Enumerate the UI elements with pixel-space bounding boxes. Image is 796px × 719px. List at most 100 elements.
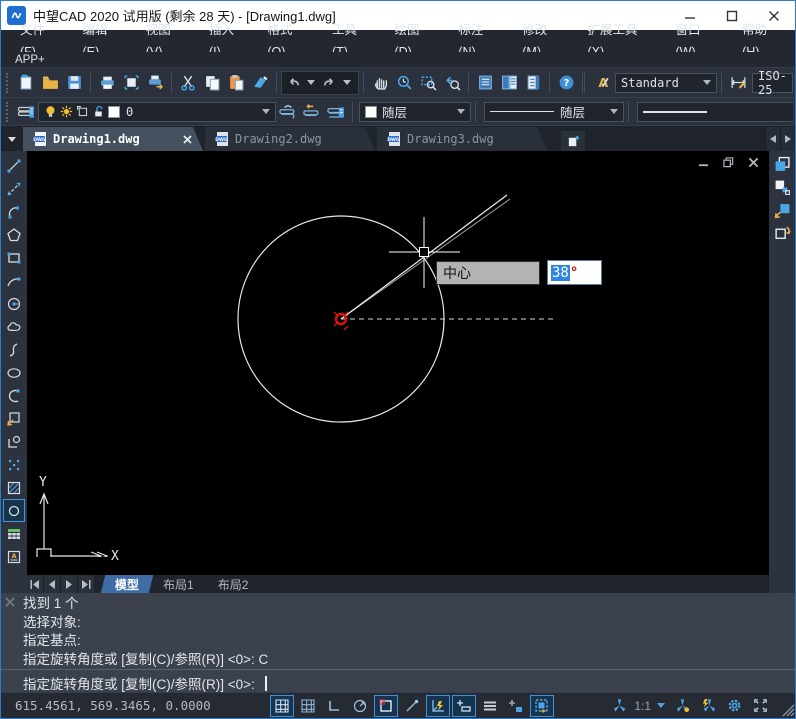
cut-button[interactable] [176,71,200,95]
make-layer-current-button[interactable] [276,100,300,124]
tool-palettes-button[interactable] [521,71,545,95]
tab-drawing3[interactable]: DWG Drawing3.dwg [377,127,547,151]
prev-layout-button[interactable] [44,575,61,593]
layer-states-button[interactable] [324,100,348,124]
text-style-button[interactable]: A [589,71,613,95]
print-button[interactable] [95,71,119,95]
make-block-tool[interactable] [3,430,25,453]
menu-app-plus[interactable]: APP+ [9,54,51,66]
redo-button[interactable] [320,71,338,95]
angle-value: 38 [551,265,570,281]
command-input[interactable]: 指定旋转角度或 [复制(C)/参照(R)] <0>: [1,669,795,693]
arc-tool[interactable] [3,269,25,292]
fullscreen-button[interactable] [748,695,772,717]
match-properties-button[interactable] [248,71,272,95]
ellipse-arc-tool[interactable] [3,384,25,407]
doc-minimize-icon[interactable] [698,157,709,168]
design-center-button[interactable] [497,71,521,95]
tab-close-icon[interactable] [182,134,193,145]
last-layout-button[interactable] [78,575,95,593]
annotation-scale-button[interactable] [607,695,631,717]
next-layout-button[interactable] [61,575,78,593]
new-file-button[interactable] [14,71,38,95]
dynamic-input-toggle[interactable] [426,695,450,717]
open-file-button[interactable] [38,71,62,95]
doc-close-icon[interactable] [748,157,759,168]
print-preview-button[interactable] [119,71,143,95]
tab-drawing1[interactable]: DWG Drawing1.dwg [23,127,203,151]
dynamic-angle-input[interactable]: 38 ° [547,260,602,285]
layer-previous-button[interactable] [300,100,324,124]
ellipse-tool[interactable] [3,361,25,384]
first-layout-button[interactable] [27,575,44,593]
tab-model[interactable]: 模型 [101,575,154,593]
lineweight-settings-toggle[interactable] [478,695,502,717]
rotate-tool[interactable] [771,222,793,245]
tab-scroll-right-button[interactable] [780,127,795,151]
command-close-icon[interactable] [5,597,15,607]
hatch-tool[interactable] [3,476,25,499]
copy-button[interactable] [200,71,224,95]
grid-toggle[interactable] [270,695,294,717]
tab-list-dropdown[interactable] [1,127,23,151]
polyline-tool[interactable] [3,200,25,223]
otrack-toggle[interactable] [400,695,424,717]
new-drawing-tab-button[interactable] [561,131,585,151]
xline-tool[interactable] [3,177,25,200]
annotation-visibility-button[interactable] [670,695,694,717]
region-tool[interactable] [3,499,25,522]
undo-dropdown[interactable] [302,71,320,95]
tab-layout2[interactable]: 布局2 [206,575,261,593]
scale-tool[interactable] [771,176,793,199]
mtext-tool[interactable]: A [3,545,25,568]
table-tool[interactable] [3,522,25,545]
text-style-select[interactable]: Standard [615,73,717,93]
line-tool[interactable] [3,154,25,177]
zoom-window-button[interactable] [416,71,440,95]
linetype-select[interactable]: 随层 [484,102,624,122]
doc-restore-icon[interactable] [723,157,734,168]
plot-button[interactable] [143,71,167,95]
rectangle-tool[interactable] [3,246,25,269]
annotation-auto-scale-button[interactable] [696,695,720,717]
toolbar-grip[interactable] [6,102,11,122]
snap-toggle[interactable] [296,695,320,717]
zoom-realtime-button[interactable] [392,71,416,95]
revision-cloud-tool[interactable] [3,315,25,338]
polygon-tool[interactable] [3,223,25,246]
drawing-canvas[interactable]: Y X 中心 38 ° [27,151,769,575]
osnap-toggle[interactable] [374,695,398,717]
save-button[interactable] [62,71,86,95]
move-tool[interactable] [771,199,793,222]
redo-dropdown[interactable] [338,71,356,95]
lineweight-select[interactable] [637,102,793,122]
pan-button[interactable] [368,71,392,95]
lineweight-toggle[interactable] [452,695,476,717]
toolbar-grip[interactable] [6,73,11,93]
zoom-previous-button[interactable] [440,71,464,95]
dim-style-select[interactable]: ISO-25 [752,73,793,93]
chevron-down-icon[interactable] [657,703,665,708]
properties-palette-button[interactable] [473,71,497,95]
undo-button[interactable] [284,71,302,95]
quick-properties-toggle[interactable] [504,695,528,717]
paste-button[interactable] [224,71,248,95]
layer-select[interactable]: 0 [38,102,276,122]
ortho-toggle[interactable] [322,695,346,717]
help-button[interactable]: ? [554,71,578,95]
tab-layout1[interactable]: 布局1 [151,575,206,593]
dim-style-button[interactable] [726,71,750,95]
insert-block-tool[interactable] [3,407,25,430]
window-resize-grip[interactable] [779,695,795,717]
copy-tool[interactable] [771,153,793,176]
point-tool[interactable] [3,453,25,476]
layer-manager-button[interactable] [14,100,38,124]
polar-toggle[interactable] [348,695,372,717]
spline-tool[interactable] [3,338,25,361]
settings-button[interactable] [722,695,746,717]
tab-drawing2[interactable]: DWG Drawing2.dwg [205,127,375,151]
color-select[interactable]: 随层 [359,102,471,122]
circle-tool[interactable] [3,292,25,315]
selection-cycling-toggle[interactable] [530,695,554,717]
tab-scroll-left-button[interactable] [765,127,780,151]
